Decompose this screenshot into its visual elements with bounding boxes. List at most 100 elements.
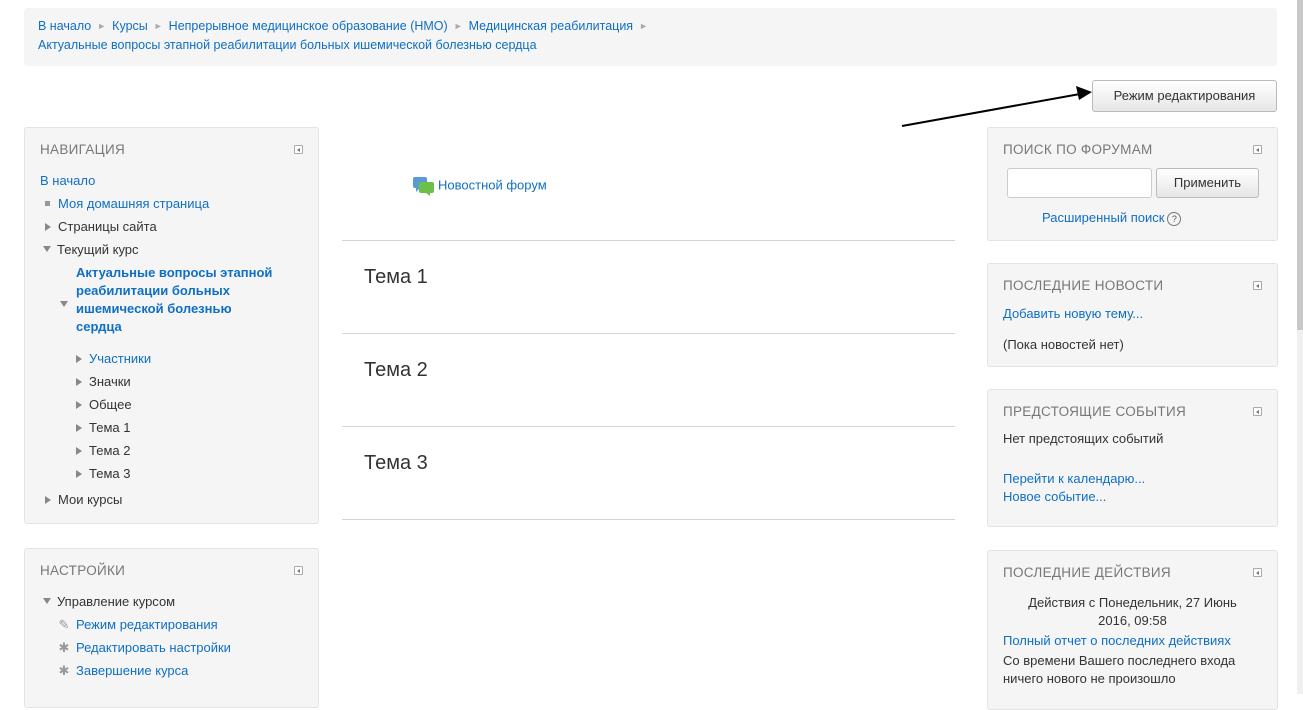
section-divider <box>342 333 955 334</box>
forum-search-block: ПОИСК ПО ФОРУМАМ Применить Расширенный п… <box>987 127 1278 241</box>
advanced-search-link[interactable]: Расширенный поиск <box>1042 210 1164 225</box>
nav-course-name[interactable]: Актуальные вопросы этапной реабилитации … <box>76 264 272 336</box>
activity-since-line: 2016, 09:58 <box>1098 613 1167 628</box>
expand-icon <box>76 447 82 455</box>
breadcrumb: В начало ► Курсы ► Непрерывное медицинское о… <box>24 8 1277 66</box>
breadcrumb-rehab[interactable]: Медицинская реабилитация <box>469 19 633 33</box>
full-activity-report-link[interactable]: Полный отчет о последних действиях <box>1003 633 1231 648</box>
expand-icon <box>76 378 82 386</box>
breadcrumb-nmo[interactable]: Непрерывное медицинское образование (НМО… <box>169 19 448 33</box>
add-topic-link[interactable]: Добавить новую тему... <box>1003 306 1143 321</box>
settings-edit-settings[interactable]: Редактировать настройки <box>76 640 231 655</box>
section-divider <box>342 519 955 520</box>
course-name-line: Актуальные вопросы этапной <box>76 265 273 280</box>
expand-icon <box>45 223 51 231</box>
expand-icon <box>76 355 82 363</box>
nav-my-courses-label: Мои курсы <box>58 492 123 507</box>
expand-icon <box>76 470 82 478</box>
nothing-new-line: ничего нового не произошло <box>1003 671 1176 686</box>
scrollbar[interactable] <box>1297 0 1303 694</box>
activity-since-line: Действия с Понедельник, 27 Июнь <box>1028 595 1237 610</box>
nav-my-courses[interactable]: Мои курсы <box>45 491 122 509</box>
edit-mode-button[interactable]: Режим редактирования <box>1092 80 1277 112</box>
breadcrumb-courses[interactable]: Курсы <box>112 19 148 33</box>
expand-icon <box>76 401 82 409</box>
bullet-icon <box>45 201 50 206</box>
section-title-1: Тема 1 <box>364 266 428 288</box>
nothing-new-text: Со времени Вашего последнего входа ничег… <box>1003 652 1235 688</box>
forum-icon <box>413 176 435 196</box>
course-name-line: ишемической болезнью <box>76 301 232 316</box>
collapse-tree-icon <box>60 301 68 307</box>
nav-site-pages[interactable]: Страницы сайта <box>45 218 157 236</box>
nav-topic-2-label: Тема 2 <box>89 443 131 458</box>
forum-search-input[interactable] <box>1007 168 1152 198</box>
nav-badges-label: Значки <box>89 374 131 389</box>
news-forum-label: Новостной форум <box>438 177 547 193</box>
nav-participants-label: Участники <box>89 351 152 366</box>
nothing-new-line: Со времени Вашего последнего входа <box>1003 653 1236 668</box>
breadcrumb-separator-icon: ► <box>97 21 107 31</box>
help-icon[interactable]: ? <box>1167 211 1182 226</box>
no-events-text: Нет предстоящих событий <box>1003 431 1164 446</box>
new-event-link[interactable]: Новое событие... <box>1003 489 1106 504</box>
nav-general[interactable]: Общее <box>76 396 132 414</box>
activity-since-text: Действия с Понедельник, 27 Июнь 2016, 09… <box>988 594 1277 630</box>
section-divider <box>342 426 955 427</box>
expand-icon <box>45 496 51 504</box>
section-title-3: Тема 3 <box>364 452 428 474</box>
course-name-line: сердца <box>76 319 122 334</box>
nav-topic-3[interactable]: Тема 3 <box>76 465 130 483</box>
course-name-line: реабилитации больных <box>76 283 230 298</box>
recent-activity-title: ПОСЛЕДНИЕ ДЕЙСТВИЯ <box>1003 565 1171 580</box>
latest-news-block: ПОСЛЕДНИЕ НОВОСТИ Добавить новую тему...… <box>987 263 1278 367</box>
collapse-icon[interactable] <box>1253 407 1262 416</box>
collapse-icon[interactable] <box>1253 568 1262 577</box>
no-news-text: (Пока новостей нет) <box>1003 337 1124 352</box>
collapse-icon[interactable] <box>294 566 303 575</box>
upcoming-events-title: ПРЕДСТОЯЩИЕ СОБЫТИЯ <box>1003 404 1187 419</box>
gear-icon: ✱ <box>58 640 70 655</box>
collapse-icon[interactable] <box>1253 281 1262 290</box>
breadcrumb-separator-icon: ► <box>153 21 163 31</box>
collapse-icon[interactable] <box>1253 145 1262 154</box>
nav-my-home[interactable]: Моя домашняя страница <box>58 196 209 211</box>
settings-edit-mode[interactable]: Режим редактирования <box>76 617 218 632</box>
forum-search-title: ПОИСК ПО ФОРУМАМ <box>1003 142 1153 157</box>
nav-site-pages-label: Страницы сайта <box>58 219 157 234</box>
nav-home[interactable]: В начало <box>40 173 95 188</box>
breadcrumb-separator-icon: ► <box>639 21 648 31</box>
settings-course-completion[interactable]: Завершение курса <box>76 663 188 678</box>
settings-course-admin[interactable]: Управление курсом <box>43 593 175 611</box>
section-divider <box>342 240 955 241</box>
nav-participants[interactable]: Участники <box>76 350 151 368</box>
nav-general-label: Общее <box>89 397 132 412</box>
nav-badges[interactable]: Значки <box>76 373 131 391</box>
news-forum-link[interactable]: Новостной форум <box>413 176 547 196</box>
settings-course-admin-label: Управление курсом <box>57 594 176 609</box>
navigation-block: НАВИГАЦИЯ В начало Моя домашняя страница… <box>24 127 319 524</box>
pencil-icon: ✎ <box>58 617 70 632</box>
nav-current-course-label: Текущий курс <box>57 242 139 257</box>
forum-search-submit-button[interactable]: Применить <box>1156 168 1259 198</box>
nav-current-course[interactable]: Текущий курс <box>43 241 139 259</box>
settings-block: НАСТРОЙКИ Управление курсом ✎ Режим редак… <box>24 548 319 708</box>
recent-activity-block: ПОСЛЕДНИЕ ДЕЙСТВИЯ Действия с Понедельни… <box>987 550 1278 710</box>
nav-topic-2[interactable]: Тема 2 <box>76 442 130 460</box>
breadcrumb-home[interactable]: В начало <box>38 19 91 33</box>
collapse-icon[interactable] <box>294 145 303 154</box>
scrollbar-thumb[interactable] <box>1297 0 1303 330</box>
latest-news-title: ПОСЛЕДНИЕ НОВОСТИ <box>1003 278 1164 293</box>
gear-icon: ✱ <box>58 663 70 678</box>
go-to-calendar-link[interactable]: Перейти к календарю... <box>1003 471 1145 486</box>
breadcrumb-separator-icon: ► <box>453 21 463 31</box>
upcoming-events-block: ПРЕДСТОЯЩИЕ СОБЫТИЯ Нет предстоящих собы… <box>987 389 1278 527</box>
collapse-tree-icon <box>43 246 51 252</box>
navigation-title: НАВИГАЦИЯ <box>40 142 126 157</box>
expand-icon <box>76 424 82 432</box>
nav-topic-1[interactable]: Тема 1 <box>76 419 130 437</box>
nav-topic-3-label: Тема 3 <box>89 466 131 481</box>
section-title-2: Тема 2 <box>364 359 428 381</box>
breadcrumb-current-course[interactable]: Актуальные вопросы этапной реабилитации … <box>38 38 537 52</box>
settings-title: НАСТРОЙКИ <box>40 563 126 578</box>
